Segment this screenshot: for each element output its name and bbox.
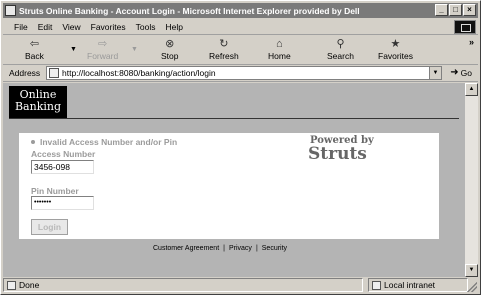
error-text: Invalid Access Number and/or Pin: [40, 137, 178, 147]
back-label: Back: [25, 51, 44, 61]
title-bar[interactable]: Struts Online Banking - Account Login - …: [3, 3, 478, 18]
close-button[interactable]: ×: [463, 4, 476, 16]
go-arrow-icon: ➜: [450, 67, 459, 78]
menu-favorites[interactable]: Favorites: [86, 22, 131, 32]
status-main-pane: Done: [3, 278, 363, 292]
favorites-label: Favorites: [378, 51, 413, 61]
window-title: Struts Online Banking - Account Login - …: [19, 5, 360, 16]
menu-help[interactable]: Help: [160, 22, 187, 32]
menu-view[interactable]: View: [57, 22, 85, 32]
forward-button[interactable]: ⇨ Forward: [87, 38, 118, 61]
stop-button[interactable]: ⊗ Stop: [161, 38, 179, 61]
home-label: Home: [268, 51, 291, 61]
maximize-button[interactable]: □: [449, 4, 462, 16]
footer-separator: |: [255, 245, 258, 252]
forward-dropdown-icon[interactable]: ▼: [131, 46, 138, 53]
powered-by-struts-logo: Powered by Struts: [308, 136, 374, 164]
address-url[interactable]: http://localhost:8080/banking/action/log…: [62, 68, 216, 78]
menu-tools[interactable]: Tools: [131, 22, 161, 32]
error-message: Invalid Access Number and/or Pin: [31, 137, 177, 147]
back-button[interactable]: ⇦ Back: [25, 38, 44, 61]
access-number-input[interactable]: 3456-098: [31, 160, 94, 174]
scroll-down-icon[interactable]: ▼: [465, 264, 478, 277]
intranet-zone-icon: [372, 280, 381, 290]
address-bar: Address http://localhost:8080/banking/ac…: [3, 65, 478, 82]
bullet-icon: [31, 140, 35, 144]
refresh-label: Refresh: [209, 51, 239, 61]
status-bar: Done Local intranet: [3, 278, 478, 293]
footer-links: Customer Agreement | Privacy | Security: [153, 245, 287, 252]
pin-number-input[interactable]: •••••••: [31, 196, 94, 210]
page-done-icon: [7, 280, 16, 290]
customer-agreement-link[interactable]: Customer Agreement: [153, 245, 219, 252]
go-button[interactable]: ➜ Go: [450, 67, 472, 78]
toolbar: ⇦ Back ▼ ⇨ Forward ▼ ⊗ Stop ↻ Refresh ⌂ …: [3, 36, 478, 65]
menu-edit[interactable]: Edit: [33, 22, 58, 32]
toolbar-more-icon[interactable]: »: [469, 37, 474, 47]
resize-grip-icon[interactable]: [467, 282, 477, 292]
search-label: Search: [327, 51, 354, 61]
go-label: Go: [460, 67, 472, 78]
scroll-up-icon[interactable]: ▲: [465, 83, 478, 96]
back-dropdown-icon[interactable]: ▼: [70, 46, 77, 53]
favorites-icon: ★: [390, 38, 401, 50]
access-number-label: Access Number: [31, 149, 96, 159]
forward-arrow-icon: ⇨: [97, 38, 108, 50]
footer-separator: |: [223, 245, 225, 252]
menu-file[interactable]: File: [3, 22, 33, 32]
window-controls: _ □ ×: [435, 4, 476, 16]
banner-line-2: Banking: [14, 100, 62, 113]
pin-number-label: Pin Number: [31, 186, 79, 196]
zone-text: Local intranet: [384, 280, 436, 290]
banner-divider: [9, 118, 459, 119]
menu-bar: File Edit View Favorites Tools Help: [3, 19, 478, 35]
stop-label: Stop: [161, 51, 179, 61]
minimize-button[interactable]: _: [435, 4, 448, 16]
refresh-button[interactable]: ↻ Refresh: [209, 38, 239, 61]
address-dropdown-icon[interactable]: ▼: [429, 67, 441, 79]
page-icon: [49, 68, 59, 78]
home-icon: ⌂: [276, 38, 283, 50]
security-link[interactable]: Security: [262, 245, 287, 252]
vertical-scrollbar[interactable]: ▲ ▼: [465, 83, 478, 277]
address-label: Address: [9, 68, 41, 78]
address-input[interactable]: http://localhost:8080/banking/action/log…: [46, 66, 442, 80]
browser-window: Struts Online Banking - Account Login - …: [0, 0, 481, 295]
refresh-icon: ↻: [219, 38, 229, 50]
back-arrow-icon: ⇦: [29, 38, 40, 50]
login-button[interactable]: Login: [31, 219, 68, 235]
search-button[interactable]: ⚲ Search: [327, 38, 354, 61]
ie-icon: [5, 5, 16, 16]
privacy-link[interactable]: Privacy: [229, 245, 252, 252]
site-banner: Online Banking: [9, 86, 67, 118]
status-zone-pane: Local intranet: [368, 278, 468, 292]
stop-icon: ⊗: [165, 38, 175, 50]
login-panel: Invalid Access Number and/or Pin Access …: [19, 133, 439, 239]
forward-label: Forward: [87, 51, 119, 61]
favorites-button[interactable]: ★ Favorites: [378, 38, 413, 61]
home-button[interactable]: ⌂ Home: [268, 38, 291, 61]
struts-text: Struts: [308, 144, 367, 164]
status-text: Done: [19, 280, 40, 290]
search-icon: ⚲: [336, 38, 345, 50]
page-content: Online Banking Invalid Access Number and…: [3, 83, 465, 277]
windows-logo-icon: [454, 20, 476, 34]
